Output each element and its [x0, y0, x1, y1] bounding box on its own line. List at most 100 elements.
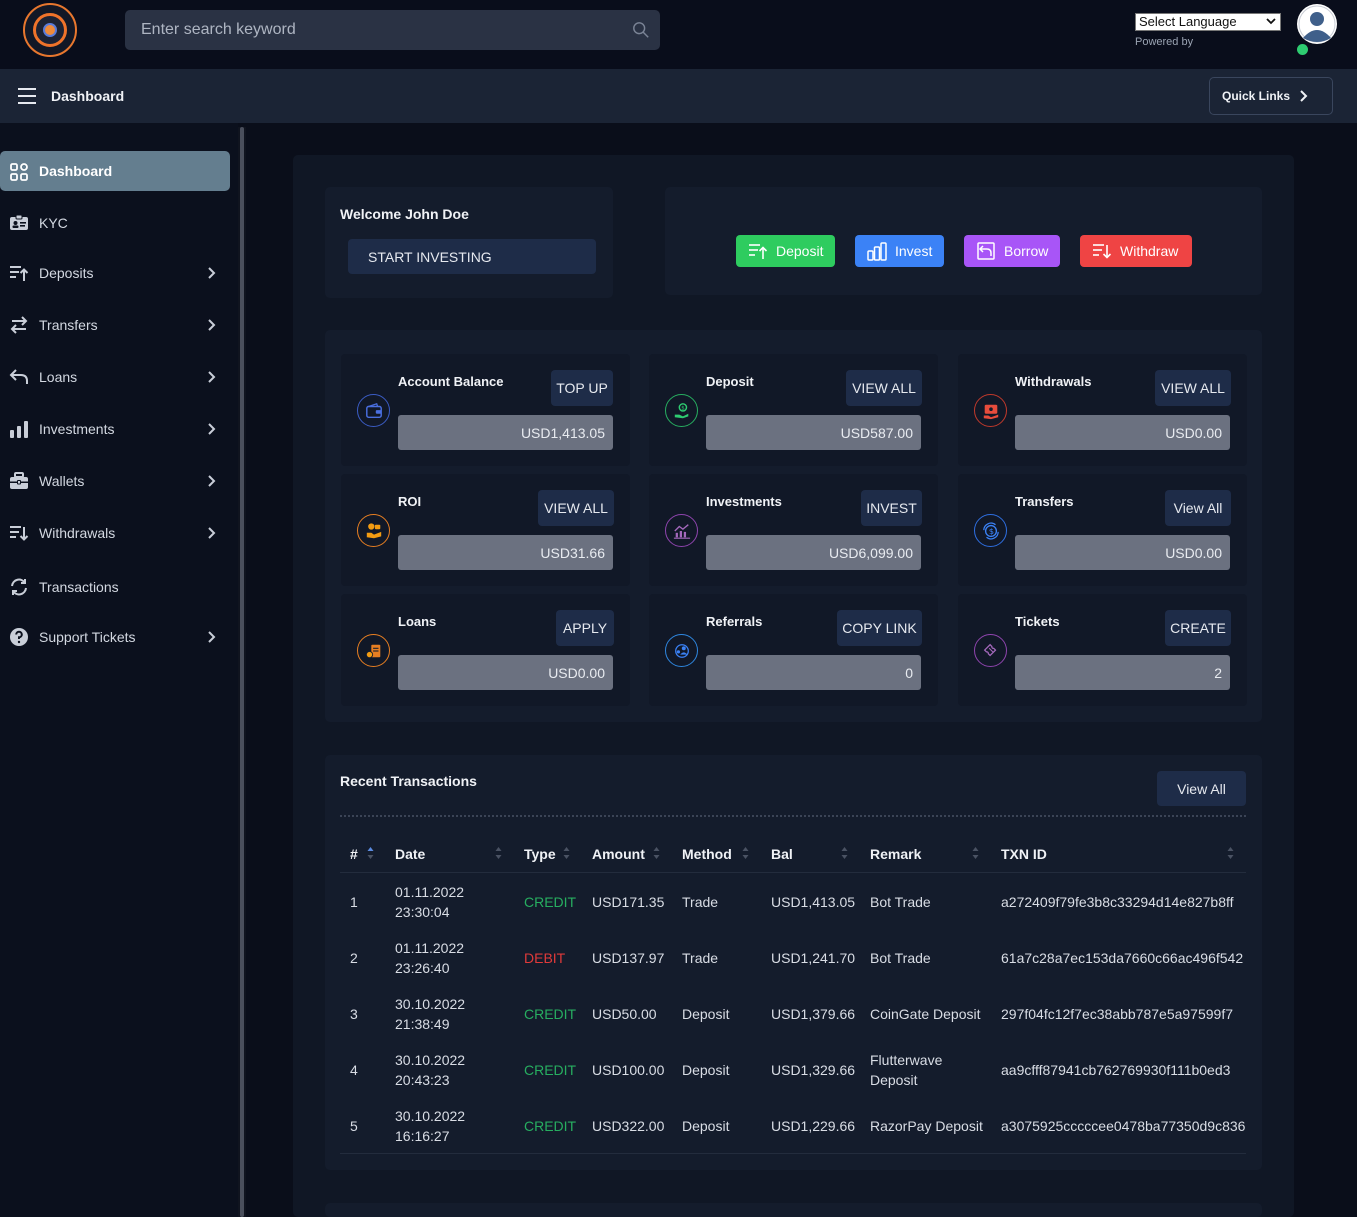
stat-value: USD6,099.00 [706, 535, 921, 570]
stat-value: 0 [706, 655, 921, 690]
withdraw-button[interactable]: Withdraw [1080, 235, 1192, 267]
transactions-view-all-button[interactable]: View All [1157, 771, 1246, 806]
cell-txn-id: 61a7c28a7ec153da7660c66ac496f542 [1001, 950, 1244, 966]
sidebar-item-support-tickets[interactable]: Support Tickets [0, 617, 230, 657]
sidebar-item-transactions[interactable]: Transactions [0, 567, 230, 607]
stat-value: USD31.66 [398, 535, 613, 570]
growth-chart-icon [665, 514, 698, 547]
deposit-tile: $ Deposit VIEW ALL USD587.00 [649, 354, 938, 466]
copy-link-button[interactable]: COPY LINK [837, 610, 922, 646]
stats-card: Account Balance TOP UP USD1,413.05 $ Dep… [325, 330, 1262, 722]
cell-remark: RazorPay Deposit [870, 1118, 983, 1134]
invest-button[interactable]: Invest [855, 235, 944, 267]
cell-bal: USD1,241.70 [771, 950, 856, 966]
sidebar-item-wallets[interactable]: Wallets [0, 461, 230, 501]
menu-icon[interactable] [18, 88, 36, 104]
cell-amount: USD137.97 [592, 950, 665, 966]
borrow-button[interactable]: Borrow [964, 235, 1060, 267]
language-select[interactable]: Select Language [1135, 13, 1281, 31]
apply-button[interactable]: APPLY [556, 610, 614, 646]
invest-stat-button[interactable]: INVEST [861, 490, 922, 526]
money-hand-icon: $ [665, 394, 698, 427]
table-header-divider [340, 872, 1246, 873]
cell-time: 16:16:27 [395, 1128, 450, 1144]
stat-title: Referrals [706, 614, 763, 629]
divider [340, 815, 1246, 817]
withdrawals-view-all-button[interactable]: VIEW ALL [1155, 370, 1231, 406]
sort-icon[interactable] [495, 846, 502, 860]
chevron-right-icon [208, 319, 216, 331]
top-bar: Select Language Powered by [0, 0, 1357, 69]
cell-date: 01.11.2022 [395, 884, 465, 900]
search-input[interactable] [125, 10, 660, 50]
deposit-button[interactable]: Deposit [736, 235, 835, 267]
column-header-number[interactable]: # [350, 846, 358, 862]
cell-bal: USD1,413.05 [771, 894, 856, 910]
chevron-right-icon [208, 631, 216, 643]
online-status-dot [1297, 44, 1308, 55]
transfers-view-all-button[interactable]: View All [1165, 490, 1231, 526]
quick-links-button[interactable]: Quick Links [1209, 77, 1333, 115]
cell-time: 23:26:40 [395, 960, 450, 976]
sort-icon[interactable] [972, 846, 979, 860]
sidebar-item-label: Withdrawals [39, 525, 116, 541]
column-header-bal[interactable]: Bal [771, 846, 793, 862]
avatar[interactable] [1297, 4, 1337, 44]
column-header-remark[interactable]: Remark [870, 846, 921, 862]
wallet-icon [357, 394, 390, 427]
cell-date: 01.11.2022 [395, 940, 465, 956]
page-title: Dashboard [51, 88, 125, 104]
search-icon[interactable] [632, 21, 650, 39]
logo-core [43, 23, 57, 37]
sidebar-scrollbar[interactable] [238, 127, 246, 1217]
loans-tile: Loans APPLY USD0.00 [341, 594, 630, 706]
sidebar-item-investments[interactable]: Investments [0, 409, 230, 449]
sidebar-item-label: Loans [39, 369, 78, 385]
deposit-icon [749, 244, 768, 259]
chevron-right-icon [208, 475, 216, 487]
sidebar-item-label: Transactions [39, 579, 119, 595]
sort-icon[interactable] [1227, 846, 1234, 860]
sidebar-item-label: Dashboard [39, 163, 113, 179]
powered-by: Powered by [1135, 36, 1194, 48]
scrollbar-thumb[interactable] [240, 127, 244, 1217]
top-up-button[interactable]: TOP UP [551, 370, 613, 406]
stat-title: Investments [706, 494, 782, 509]
cell-amount: USD50.00 [592, 1006, 657, 1022]
sidebar-item-dashboard[interactable]: Dashboard [0, 151, 230, 191]
create-ticket-button[interactable]: CREATE [1165, 610, 1231, 646]
sort-icon[interactable] [841, 846, 848, 860]
column-header-amount[interactable]: Amount [592, 846, 645, 862]
user-icon [1298, 5, 1336, 43]
bar-chart-icon [867, 242, 887, 261]
cell-number: 4 [350, 1062, 358, 1078]
sort-asc-icon[interactable] [367, 846, 374, 860]
stat-title: Tickets [1015, 614, 1060, 629]
sidebar-item-transfers[interactable]: Transfers [0, 305, 230, 345]
logo[interactable] [23, 3, 77, 57]
tickets-tile: Tickets CREATE 2 [958, 594, 1247, 706]
sidebar-item-deposits[interactable]: Deposits [0, 253, 230, 293]
logo-ring [33, 13, 67, 47]
deposit-view-all-button[interactable]: VIEW ALL [846, 370, 922, 406]
sort-icon[interactable] [563, 846, 570, 860]
cell-type: DEBIT [524, 950, 566, 966]
borrow-icon [977, 242, 995, 260]
cell-amount: USD171.35 [592, 894, 665, 910]
sidebar-item-withdrawals[interactable]: Withdrawals [0, 513, 230, 553]
stat-value: USD0.00 [1015, 535, 1230, 570]
cell-remark: Bot Trade [870, 894, 931, 910]
sort-icon[interactable] [653, 846, 660, 860]
cell-amount: USD100.00 [592, 1062, 665, 1078]
column-header-type[interactable]: Type [524, 846, 556, 862]
sidebar-item-loans[interactable]: Loans [0, 357, 230, 397]
roi-view-all-button[interactable]: VIEW ALL [538, 490, 614, 526]
column-header-txn-id[interactable]: TXN ID [1001, 846, 1047, 862]
sort-icon[interactable] [742, 846, 749, 860]
cell-time: 20:43:23 [395, 1072, 450, 1088]
column-header-date[interactable]: Date [395, 846, 425, 862]
column-header-method[interactable]: Method [682, 846, 732, 862]
start-investing-button[interactable]: START INVESTING [348, 239, 596, 274]
stat-title: ROI [398, 494, 422, 509]
sidebar-item-kyc[interactable]: KYC [0, 203, 230, 243]
